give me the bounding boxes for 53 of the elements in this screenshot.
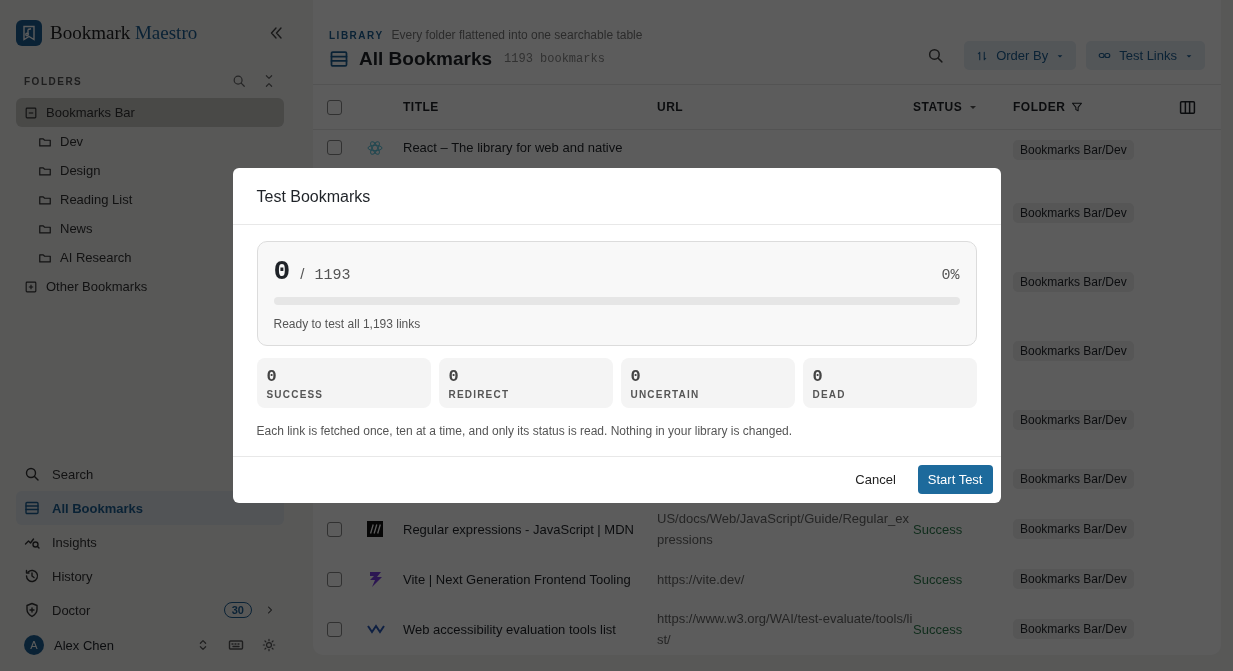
stat-value: 0 xyxy=(630,367,642,386)
page-title: All Bookmarks xyxy=(359,48,493,70)
dialog-title: Test Bookmarks xyxy=(256,188,371,205)
nav-item[interactable]: Doctor 30 xyxy=(16,593,284,627)
user-name[interactable]: Alex Chen xyxy=(54,637,178,653)
test-links-button[interactable]: Test Links xyxy=(1086,41,1205,70)
column-header[interactable]: URL xyxy=(657,100,684,114)
stat-label: REDIRECT xyxy=(448,389,511,400)
stat-label: UNCERTAIN xyxy=(630,389,701,400)
stat-value: 0 xyxy=(266,367,278,386)
folder-tag: Bookmarks Bar/Dev xyxy=(1013,569,1134,589)
bookmark-title[interactable]: React – The library for web and native xyxy=(403,140,633,155)
folder-item[interactable]: News xyxy=(16,214,284,243)
progress-percent: 0% xyxy=(941,267,960,284)
stat-value: 0 xyxy=(448,367,460,386)
bookmark-title[interactable]: Regular expressions - JavaScript | MDN xyxy=(403,521,644,537)
column-header[interactable]: TITLE xyxy=(403,100,439,114)
status-message: Ready to test all 1,193 links xyxy=(273,317,422,331)
section-label: LIBRARY xyxy=(329,30,384,41)
section-title: FOLDERS xyxy=(24,75,84,87)
folder-item[interactable]: Dev xyxy=(16,127,284,156)
column-header[interactable]: STATUS xyxy=(913,100,963,114)
status-text: Success xyxy=(913,621,963,637)
folder-tag: Bookmarks Bar/Dev xyxy=(1013,140,1134,160)
bookmark-title[interactable]: Vite | Next Generation Frontend Tooling xyxy=(403,571,641,587)
cancel-button[interactable]: Cancel xyxy=(845,465,906,494)
app-name: Bookmark Maestro xyxy=(50,22,199,44)
stat-label: DEAD xyxy=(812,389,847,400)
folder-tag: Bookmarks Bar/Dev xyxy=(1013,469,1134,489)
avatar[interactable]: A xyxy=(24,635,44,655)
status-text: Success xyxy=(913,571,963,587)
nav-item[interactable]: Search xyxy=(16,457,284,491)
column-header[interactable]: FOLDER xyxy=(1013,100,1066,114)
tested-count: 0 xyxy=(273,256,291,287)
order-by-button[interactable]: Order By xyxy=(964,41,1077,70)
bookmark-title[interactable]: Web accessibility evaluation tools list xyxy=(403,621,626,637)
stat-label: SUCCESS xyxy=(266,389,325,400)
folder-tag: Bookmarks Bar/Dev xyxy=(1013,619,1134,639)
start-test-button[interactable]: Start Test xyxy=(917,465,993,494)
nav-item[interactable]: Insights xyxy=(16,525,284,559)
stat-value: 0 xyxy=(812,367,824,386)
folder-tag: Bookmarks Bar/Dev xyxy=(1013,519,1134,539)
folder-tag: Bookmarks Bar/Dev xyxy=(1013,409,1134,430)
folder-tag: Bookmarks Bar/Dev xyxy=(1013,271,1134,292)
total-count: 1193 xyxy=(314,267,352,284)
nav-item[interactable]: History xyxy=(16,559,284,593)
separator: / xyxy=(300,265,305,282)
info-note: Each link is fetched once, ten at a time, and only its status is read. Nothing in your library is changed. xyxy=(256,424,794,438)
folder-item[interactable]: Design xyxy=(16,156,284,185)
folder-tag: Bookmarks Bar/Dev xyxy=(1013,340,1134,361)
nav-item[interactable]: All Bookmarks xyxy=(16,491,284,525)
folder-tag: Bookmarks Bar/Dev xyxy=(1013,202,1134,223)
status-text: Success xyxy=(913,521,963,537)
